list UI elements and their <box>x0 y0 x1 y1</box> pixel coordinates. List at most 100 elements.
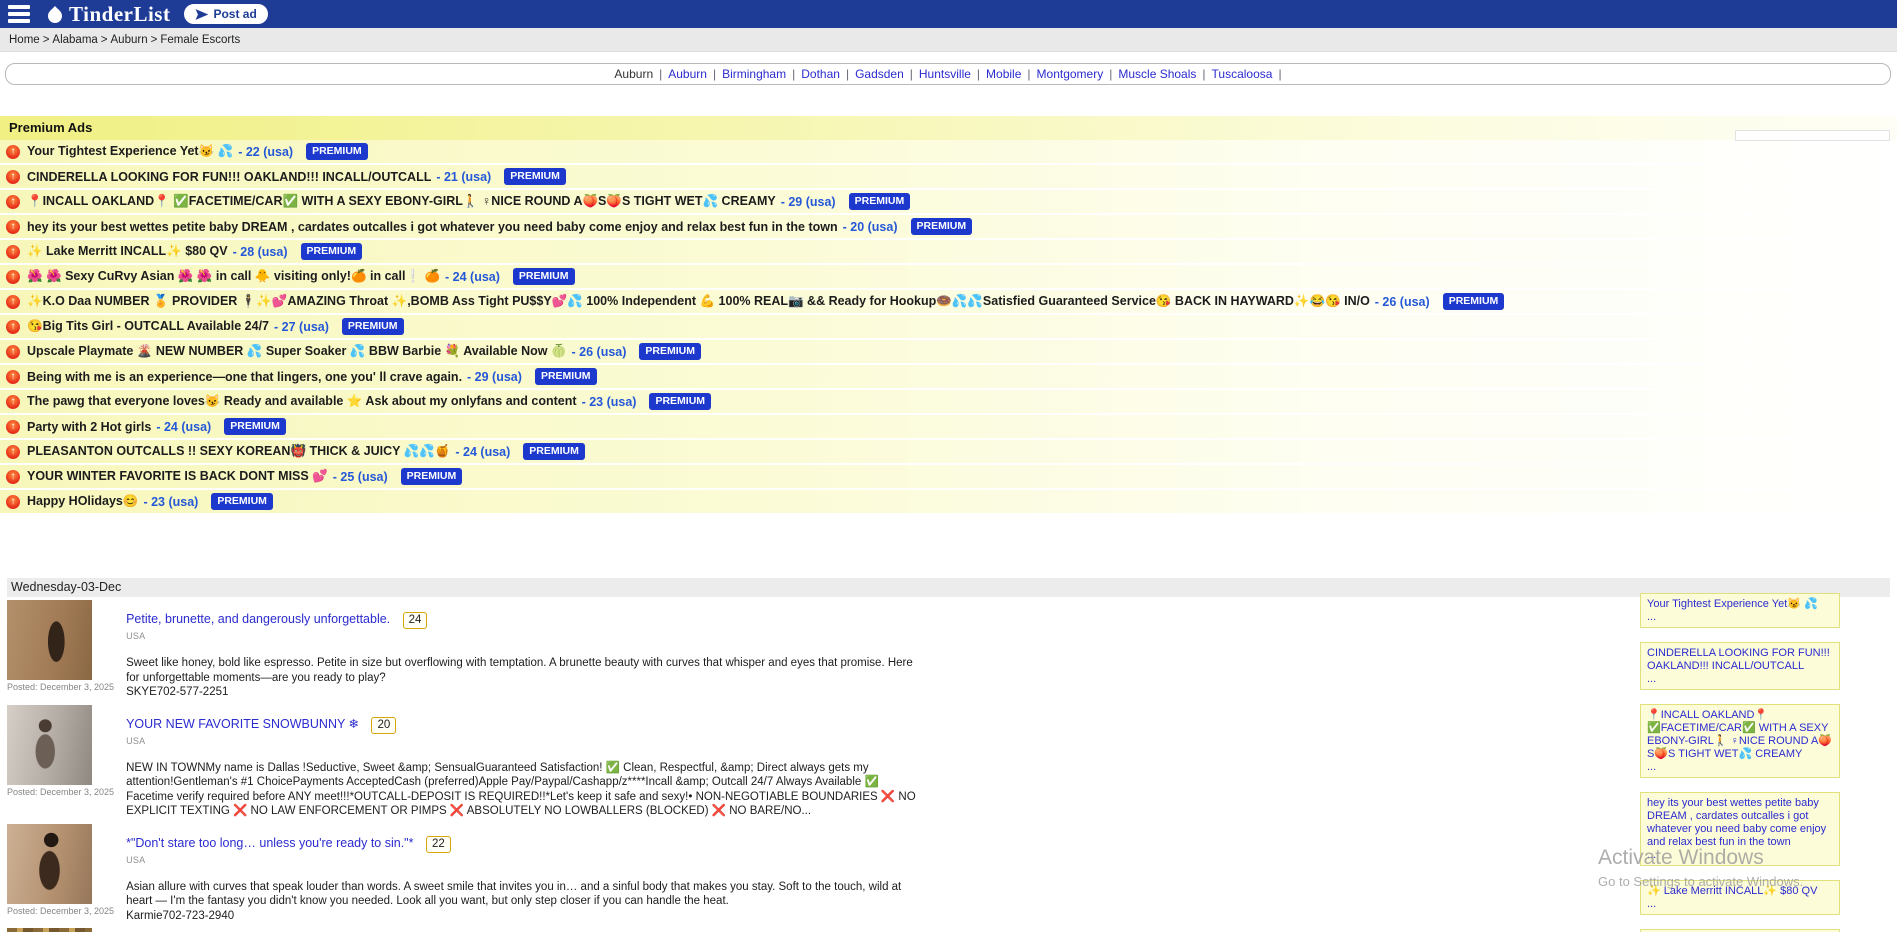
sidebar-ad-card[interactable]: ✨ Lake Merritt INCALL✨ $80 QV ... <box>1640 880 1840 915</box>
up-arrow-icon: ↑ <box>6 220 20 234</box>
city-separator: | <box>1109 67 1112 81</box>
city-link[interactable]: Muscle Shoals <box>1118 67 1196 81</box>
premium-ad-title[interactable]: 📍INCALL OAKLAND📍 ✅FACETIME/CAR✅ WITH A S… <box>27 194 776 209</box>
listing-posted-date: Posted: December 3, 2025 <box>7 682 114 692</box>
city-separator: | <box>792 67 795 81</box>
premium-ad-row[interactable]: ↑ 🌺 🌺 Sexy CuRvy Asian 🌺 🌺 in call 🐥 vis… <box>0 265 1897 290</box>
sidebar-ad-title: Your Tightest Experience Yet😼 💦 <box>1647 598 1833 611</box>
breadcrumb-link[interactable]: Alabama <box>52 34 97 46</box>
post-ad-button[interactable]: Post ad <box>184 4 267 24</box>
city-link[interactable]: Montgomery <box>1037 67 1104 81</box>
premium-ad-title[interactable]: hey its your best wettes petite baby DRE… <box>27 220 838 234</box>
listing-photo[interactable] <box>7 705 92 785</box>
listing-title-link[interactable]: *"Don't stare too long… unless you're re… <box>126 836 413 850</box>
city-link[interactable]: Birmingham <box>722 67 786 81</box>
premium-ad-title[interactable]: ✨K.O Daa NUMBER 🏅 PROVIDER 🕴✨💕AMAZING Th… <box>27 294 1370 309</box>
city-link[interactable]: Tuscaloosa <box>1212 67 1273 81</box>
listing-photo[interactable] <box>7 928 92 932</box>
premium-ad-age: - 22 (usa) <box>238 145 293 159</box>
listing-photo[interactable] <box>7 824 92 904</box>
sidebar-ad-card[interactable]: hey its your best wettes petite baby DRE… <box>1640 792 1840 866</box>
listing-title-link[interactable]: Petite, brunette, and dangerously unforg… <box>126 612 390 626</box>
listing-title-link[interactable]: YOUR NEW FAVORITE SNOWBUNNY ❄ <box>126 717 359 731</box>
scrollbar-track[interactable] <box>1735 130 1890 141</box>
up-arrow-icon: ↑ <box>6 270 20 284</box>
listing-item: Posted: December 3, 2025 *"Don't stare t… <box>7 824 912 924</box>
premium-ad-row[interactable]: ↑ CINDERELLA LOOKING FOR FUN!!! OAKLAND!… <box>0 165 1897 190</box>
premium-ad-title[interactable]: YOUR WINTER FAVORITE IS BACK DONT MISS 💕 <box>27 469 328 484</box>
premium-ad-title[interactable]: Upscale Playmate 🌋 NEW NUMBER 💦 Super So… <box>27 344 567 359</box>
premium-badge: PREMIUM <box>535 368 597 385</box>
city-link[interactable]: Gadsden <box>855 67 904 81</box>
city-link[interactable]: Auburn <box>668 67 707 81</box>
city-link[interactable]: Mobile <box>986 67 1021 81</box>
breadcrumb: Home>Alabama>Auburn>Female Escorts <box>0 28 1897 52</box>
breadcrumb-link[interactable]: Female Escorts <box>160 34 240 46</box>
up-arrow-icon: ↑ <box>6 395 20 409</box>
premium-ads-section: Premium Ads ↑ Your Tightest Experience Y… <box>0 116 1897 515</box>
premium-ad-row[interactable]: ↑ Being with me is an experience—one tha… <box>0 365 1897 390</box>
brand-logo[interactable]: TinderList <box>46 2 170 27</box>
premium-badge: PREMIUM <box>306 143 368 160</box>
sidebar-ad-card[interactable]: Your Tightest Experience Yet😼 💦 ... <box>1640 593 1840 628</box>
listing-item: Posted: December 3, 2025 Petite, brunett… <box>7 600 912 700</box>
premium-ad-age: - 28 (usa) <box>233 245 288 259</box>
premium-ad-title[interactable]: ✨ Lake Merritt INCALL✨ $80 QV <box>27 244 228 259</box>
premium-ad-row[interactable]: ↑ Party with 2 Hot girls - 24 (usa) PREM… <box>0 415 1897 440</box>
premium-ad-title[interactable]: Happy HOlidays😊 <box>27 494 138 509</box>
premium-ad-title[interactable]: Being with me is an experience—one that … <box>27 370 462 384</box>
premium-ad-age: - 25 (usa) <box>333 470 388 484</box>
premium-ad-row[interactable]: ↑ 😘Big Tits Girl - OUTCALL Available 24/… <box>0 315 1897 340</box>
up-arrow-icon: ↑ <box>6 345 20 359</box>
premium-ad-age: - 21 (usa) <box>436 170 491 184</box>
premium-ad-title[interactable]: 😘Big Tits Girl - OUTCALL Available 24/7 <box>27 319 269 334</box>
premium-ad-row[interactable]: ↑ ✨K.O Daa NUMBER 🏅 PROVIDER 🕴✨💕AMAZING … <box>0 290 1897 315</box>
breadcrumb-separator: > <box>101 34 108 46</box>
premium-ad-title[interactable]: Your Tightest Experience Yet😼 💦 <box>27 144 233 159</box>
menu-icon[interactable] <box>8 5 30 23</box>
city-link[interactable]: Dothan <box>801 67 840 81</box>
sidebar-ad-title: hey its your best wettes petite baby DRE… <box>1647 797 1833 849</box>
listing-description: Asian allure with curves that speak loud… <box>126 880 926 909</box>
city-separator: | <box>1278 67 1281 81</box>
premium-badge: PREMIUM <box>342 318 404 335</box>
city-separator: | <box>659 67 662 81</box>
premium-ad-row[interactable]: ↑ hey its your best wettes petite baby D… <box>0 215 1897 240</box>
breadcrumb-separator: > <box>43 34 50 46</box>
premium-ad-title[interactable]: 🌺 🌺 Sexy CuRvy Asian 🌺 🌺 in call 🐥 visit… <box>27 269 440 284</box>
sidebar-ad-card[interactable]: CINDERELLA LOOKING FOR FUN!!! OAKLAND!!!… <box>1640 642 1840 690</box>
city-link[interactable]: Huntsville <box>919 67 971 81</box>
premium-badge: PREMIUM <box>523 443 585 460</box>
premium-ad-age: - 29 (usa) <box>781 195 836 209</box>
premium-badge: PREMIUM <box>301 243 363 260</box>
listing-description: NEW IN TOWNMy name is Dallas !Seductive,… <box>126 761 926 819</box>
premium-ad-row[interactable]: ↑ YOUR WINTER FAVORITE IS BACK DONT MISS… <box>0 465 1897 490</box>
premium-ad-title[interactable]: PLEASANTON OUTCALLS !! SEXY KOREAN👹 THIC… <box>27 444 450 459</box>
city-nav: Auburn|Auburn|Birmingham|Dothan|Gadsden|… <box>5 63 1891 85</box>
premium-ad-age: - 24 (usa) <box>156 420 211 434</box>
premium-ad-row[interactable]: ↑ Upscale Playmate 🌋 NEW NUMBER 💦 Super … <box>0 340 1897 365</box>
premium-ad-age: - 23 (usa) <box>582 395 637 409</box>
listing-age-badge: 22 <box>426 836 451 853</box>
brand-flame-icon <box>46 5 64 23</box>
listing-contact: SKYE702-577-2251 <box>126 685 926 700</box>
sidebar-ad-card[interactable]: 📍INCALL OAKLAND📍 ✅FACETIME/CAR✅ WITH A S… <box>1640 704 1840 778</box>
premium-ad-title[interactable]: Party with 2 Hot girls <box>27 420 151 434</box>
listing-photo[interactable] <box>7 600 92 680</box>
premium-badge: PREMIUM <box>224 418 286 435</box>
city-separator: | <box>910 67 913 81</box>
up-arrow-icon: ↑ <box>6 195 20 209</box>
premium-ad-row[interactable]: ↑ 📍INCALL OAKLAND📍 ✅FACETIME/CAR✅ WITH A… <box>0 190 1897 215</box>
breadcrumb-link[interactable]: Home <box>9 34 40 46</box>
premium-ad-title[interactable]: The pawg that everyone loves😼 Ready and … <box>27 394 577 409</box>
sidebar-ad-more: ... <box>1647 611 1833 624</box>
premium-ad-title[interactable]: CINDERELLA LOOKING FOR FUN!!! OAKLAND!!!… <box>27 170 431 184</box>
premium-ad-row[interactable]: ↑ The pawg that everyone loves😼 Ready an… <box>0 390 1897 415</box>
premium-ad-age: - 29 (usa) <box>467 370 522 384</box>
premium-ad-row[interactable]: ↑ Your Tightest Experience Yet😼 💦 - 22 (… <box>0 140 1897 165</box>
premium-ad-row[interactable]: ↑ PLEASANTON OUTCALLS !! SEXY KOREAN👹 TH… <box>0 440 1897 465</box>
premium-ad-age: - 23 (usa) <box>143 495 198 509</box>
premium-ad-row[interactable]: ↑ Happy HOlidays😊 - 23 (usa) PREMIUM <box>0 490 1897 515</box>
premium-ad-row[interactable]: ↑ ✨ Lake Merritt INCALL✨ $80 QV - 28 (us… <box>0 240 1897 265</box>
breadcrumb-link[interactable]: Auburn <box>111 34 148 46</box>
